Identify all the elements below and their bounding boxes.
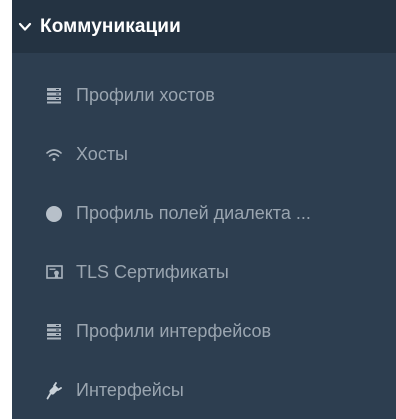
circle-icon [45,205,63,223]
server-stack-icon [45,323,63,341]
menu-item-host-profiles[interactable]: Профили хостов [12,66,396,125]
plug-icon [45,381,63,400]
section-header-communications[interactable]: Коммуникации [12,0,396,53]
menu-item-interface-profiles[interactable]: Профили интерфейсов [12,302,396,361]
menu-item-label: Интерфейсы [76,380,184,400]
menu-item-dialect-fields-profile[interactable]: Профиль полей диалекта ... [12,184,396,243]
sidebar-panel: Коммуникации Профили хостов Хосты Профил… [12,0,396,419]
menu-item-label: TLS Сертификаты [76,262,229,282]
menu-item-hosts[interactable]: Хосты [12,125,396,184]
menu-item-tls-certificates[interactable]: TLS Сертификаты [12,243,396,302]
server-stack-icon [45,87,63,105]
menu-item-label: Профили хостов [76,85,215,105]
wifi-icon [45,146,63,164]
certificate-icon [45,264,63,282]
menu-list: Профили хостов Хосты Профиль полей диале… [12,66,396,420]
section-title: Коммуникации [40,15,181,37]
menu-item-label: Профили интерфейсов [76,321,272,341]
menu-item-label: Профиль полей диалекта ... [76,203,311,223]
chevron-down-icon[interactable] [18,20,32,34]
menu-item-interfaces[interactable]: Интерфейсы [12,361,396,420]
menu-item-label: Хосты [76,144,128,164]
